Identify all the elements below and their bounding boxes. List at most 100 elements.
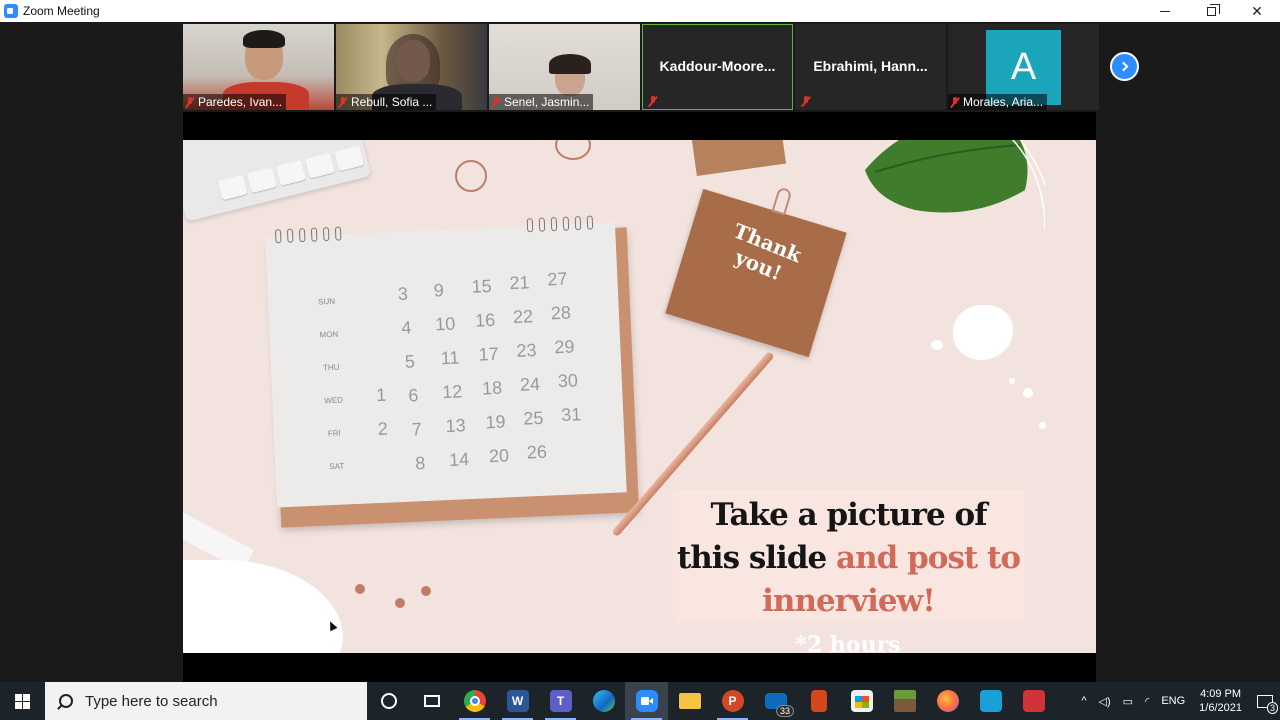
chevron-right-icon xyxy=(1118,61,1128,72)
calendar-date: 23 xyxy=(516,340,537,361)
volume-button[interactable]: ◁) xyxy=(1099,695,1111,708)
calendar-date: 11 xyxy=(440,347,460,369)
taskbar-app-sway[interactable] xyxy=(797,682,840,720)
taskbar-app-firefox[interactable] xyxy=(926,682,969,720)
calendar-date: 9 xyxy=(433,280,445,301)
calendar-date: 10 xyxy=(434,313,456,335)
keyboard-image xyxy=(183,140,372,222)
participant-name-bar: Paredes, Ivan... xyxy=(183,94,287,110)
search-icon xyxy=(59,694,73,708)
input-language-button[interactable]: ENG xyxy=(1161,695,1185,707)
push-pin-image xyxy=(421,586,431,596)
calendar-ring xyxy=(334,226,342,241)
calendar-day-label: FRI xyxy=(327,428,341,439)
taskbar-app-zoom[interactable] xyxy=(625,682,668,720)
mail-unread-badge: 33 xyxy=(775,705,794,717)
participant-name: Rebull, Sofia ... xyxy=(351,95,433,109)
mic-muted-icon xyxy=(950,96,960,108)
calendar-date: 16 xyxy=(474,309,496,331)
participant-tile[interactable]: A Morales, Aria... xyxy=(948,24,1099,110)
calendar-date: 15 xyxy=(471,275,493,297)
taskbar-app-network[interactable] xyxy=(969,682,1012,720)
show-hidden-icons-button[interactable]: ^ xyxy=(1081,695,1086,707)
taskbar-app-teams[interactable]: T xyxy=(539,682,582,720)
calendar-day-label: THU xyxy=(322,362,340,373)
wifi-button[interactable]: ◜ xyxy=(1145,695,1149,708)
participant-tile-active-speaker[interactable]: Kaddour-Moore... xyxy=(642,24,793,110)
taskbar-app-powerpoint[interactable]: P xyxy=(711,682,754,720)
cortana-button[interactable] xyxy=(367,682,410,720)
paint-dot xyxy=(931,340,943,350)
calendar-ring xyxy=(286,228,294,243)
calendar-ring xyxy=(274,229,282,244)
participant-tile[interactable]: Rebull, Sofia ... xyxy=(336,24,487,110)
mic-muted-icon xyxy=(185,96,195,108)
slide-footnote: *2 hours xyxy=(795,632,901,653)
paint-blob-image xyxy=(183,560,343,653)
participant-name: Paredes, Ivan... xyxy=(198,95,283,109)
callout-line: Take a picture of xyxy=(710,497,987,533)
minimize-icon xyxy=(1160,10,1170,12)
calendar-ring xyxy=(310,227,318,242)
callout-line: this slide and post to xyxy=(673,537,1024,580)
start-button[interactable] xyxy=(0,682,44,720)
task-view-button[interactable] xyxy=(410,682,453,720)
clock-date: 1/6/2021 xyxy=(1199,702,1242,714)
paint-splash-image xyxy=(953,305,1013,360)
keyboard-key xyxy=(217,174,248,201)
taskbar-search-box[interactable] xyxy=(45,682,367,720)
taskbar-app-edge[interactable] xyxy=(582,682,625,720)
calendar-date: 30 xyxy=(557,370,579,392)
word-icon: W xyxy=(506,690,529,712)
system-tray: ^ ◁) ▭ ◜ ENG 4:09 PM 1/6/2021 3 xyxy=(1075,682,1280,720)
calendar-date: 31 xyxy=(560,404,582,426)
taskbar-app-chrome[interactable] xyxy=(453,682,496,720)
reader-icon xyxy=(1022,690,1045,712)
action-center-button[interactable]: 3 xyxy=(1250,682,1280,720)
keyboard-key xyxy=(275,160,307,186)
chevron-up-icon: ^ xyxy=(1081,695,1087,707)
push-pin-image xyxy=(395,598,405,608)
minimize-button[interactable] xyxy=(1142,0,1188,22)
participant-name: Kaddour-Moore... xyxy=(659,58,776,74)
participant-tile[interactable]: Paredes, Ivan... xyxy=(183,24,334,110)
calendar-date: 5 xyxy=(404,351,416,372)
calendar-date: 3 xyxy=(397,283,409,305)
participant-hair xyxy=(243,30,285,48)
clock-time: 4:09 PM xyxy=(1200,688,1242,700)
restore-button[interactable] xyxy=(1188,0,1234,22)
search-input[interactable] xyxy=(85,692,345,710)
next-page-button[interactable] xyxy=(1110,52,1139,81)
desk-calendar: SUN MON THU WED FRI SAT 1 2 3 4 5 6 7 8 … xyxy=(265,215,627,508)
taskbar-app-mail[interactable]: 33 xyxy=(754,682,797,720)
taskbar-app-store[interactable] xyxy=(840,682,883,720)
windows-taskbar: W T P 33 ^ ◁) ▭ ◜ ENG 4:09 P xyxy=(0,682,1280,720)
restore-icon xyxy=(1206,3,1220,16)
taskbar-app-minecraft[interactable] xyxy=(883,682,926,720)
calendar-ring xyxy=(586,215,594,230)
calendar-day-label: MON xyxy=(319,329,339,340)
calendar-date: 2 xyxy=(377,418,389,440)
close-button[interactable]: ✕ xyxy=(1234,0,1280,22)
taskbar-app-word[interactable]: W xyxy=(496,682,539,720)
participant-tile[interactable]: Ebrahimi, Hann... xyxy=(795,24,946,110)
participant-tile[interactable]: Senel, Jasmin... xyxy=(489,24,640,110)
taskbar-app-file-explorer[interactable] xyxy=(668,682,711,720)
calendar-date: 28 xyxy=(550,302,572,324)
participant-name: Senel, Jasmin... xyxy=(504,95,590,109)
powerpoint-icon: P xyxy=(721,690,744,712)
calendar-date: 25 xyxy=(522,407,544,429)
calendar-ring xyxy=(526,218,534,233)
clock-button[interactable]: 4:09 PM 1/6/2021 xyxy=(1199,687,1242,715)
mic-muted-icon xyxy=(801,95,811,107)
calendar-ring xyxy=(538,217,546,232)
battery-button[interactable]: ▭ xyxy=(1123,695,1133,708)
calendar-date: 18 xyxy=(481,377,503,399)
calendar-date: 12 xyxy=(441,381,463,403)
taskbar-app-reader[interactable] xyxy=(1012,682,1055,720)
participant-name-bar: Senel, Jasmin... xyxy=(489,94,594,110)
participant-name: Morales, Aria... xyxy=(963,95,1044,109)
calendar-date: 24 xyxy=(519,373,541,395)
mic-muted-icon xyxy=(491,96,501,108)
mic-muted-icon xyxy=(338,96,348,108)
